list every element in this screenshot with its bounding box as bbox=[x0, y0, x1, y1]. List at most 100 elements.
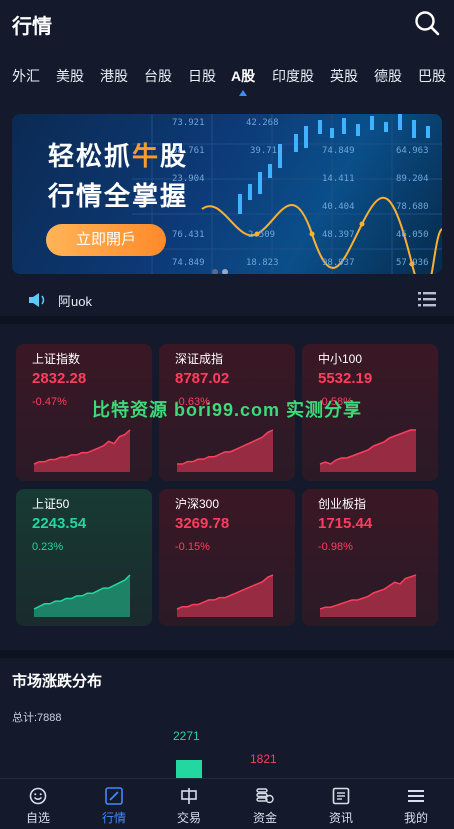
coins-icon bbox=[256, 788, 274, 804]
trade-icon bbox=[181, 788, 197, 804]
open-account-button[interactable]: 立即開戶 bbox=[46, 224, 166, 256]
sparkline-chart bbox=[319, 429, 416, 472]
banner-headline: 轻松抓牛股 bbox=[48, 136, 188, 173]
nav-label: 交易 bbox=[176, 811, 201, 825]
index-name: 深证成指 bbox=[175, 352, 224, 366]
section-divider bbox=[0, 650, 454, 658]
nav-market[interactable]: 行情 bbox=[76, 779, 152, 829]
index-change: 0.23% bbox=[32, 541, 64, 553]
index-change: -0.15% bbox=[175, 541, 210, 553]
active-tab-indicator bbox=[239, 90, 248, 96]
nav-trade[interactable]: 交易 bbox=[151, 779, 227, 829]
sparkline-chart bbox=[33, 574, 131, 617]
nav-watchlist[interactable]: 自选 bbox=[0, 779, 76, 829]
list-icon[interactable] bbox=[418, 291, 436, 307]
index-name: 创业板指 bbox=[318, 497, 367, 511]
sparkline-chart bbox=[319, 574, 417, 617]
page-title: 行情 bbox=[12, 16, 52, 38]
tab-a-shares-label: A股 bbox=[231, 68, 256, 84]
banner-number: 39.711 bbox=[250, 146, 283, 156]
banner-number: 73.921 bbox=[172, 118, 205, 128]
speaker-icon bbox=[29, 293, 45, 307]
bottom-nav: 自选 行情 交易 资金 资讯 我的 bbox=[0, 778, 454, 829]
index-card[interactable]: 创业板指 1715.44 -0.98% bbox=[302, 489, 438, 626]
tab-us-stocks[interactable]: 美股 bbox=[56, 66, 84, 86]
nav-profile[interactable]: 我的 bbox=[378, 779, 454, 829]
distribution-total: 总计:7888 bbox=[12, 712, 62, 724]
tab-in-stocks[interactable]: 印度股 bbox=[272, 66, 314, 86]
banner-number: 40.404 bbox=[322, 202, 355, 212]
carousel-dots bbox=[212, 262, 232, 274]
tab-hk-stocks[interactable]: 港股 bbox=[100, 66, 128, 86]
tab-tw-stocks[interactable]: 台股 bbox=[144, 66, 172, 86]
banner-subheadline: 行情全掌握 bbox=[48, 181, 189, 211]
nav-label: 自选 bbox=[25, 811, 50, 825]
sparkline-area bbox=[34, 430, 130, 472]
header: 行情 bbox=[0, 0, 454, 48]
carousel-dot[interactable] bbox=[222, 269, 228, 274]
tab-a-shares[interactable]: A股 bbox=[231, 66, 256, 96]
tab-uk-stocks[interactable]: 英股 bbox=[330, 66, 358, 86]
chart-icon bbox=[105, 787, 123, 805]
banner-number: 98.937 bbox=[322, 258, 355, 268]
index-price: 2832.28 bbox=[32, 370, 87, 387]
sparkline-area bbox=[320, 430, 416, 472]
sparkline-area bbox=[177, 430, 273, 472]
index-name: 沪深300 bbox=[175, 497, 220, 511]
sparkline-area bbox=[177, 575, 273, 617]
tab-br-stocks[interactable]: 巴股 bbox=[418, 66, 446, 86]
banner-number: 46.050 bbox=[396, 230, 429, 240]
nav-label: 资金 bbox=[252, 811, 277, 825]
notice-bar[interactable]: 阿uok bbox=[0, 282, 454, 316]
index-price: 2243.54 bbox=[32, 515, 87, 532]
index-change: -0.47% bbox=[32, 396, 67, 408]
banner-headline-suffix: 股 bbox=[160, 141, 189, 171]
banner-number: 48.397 bbox=[322, 230, 355, 240]
index-price: 3269.78 bbox=[175, 515, 230, 532]
index-price: 1715.44 bbox=[318, 515, 373, 532]
banner-number: 2.509 bbox=[248, 230, 276, 240]
index-name: 中小100 bbox=[318, 352, 363, 366]
nav-news[interactable]: 资讯 bbox=[303, 779, 379, 829]
nav-label: 资讯 bbox=[328, 811, 353, 825]
tab-jp-stocks[interactable]: 日股 bbox=[188, 66, 216, 86]
banner-number: 18.823 bbox=[246, 258, 279, 268]
banner-number: 76.431 bbox=[172, 230, 205, 240]
nav-label: 行情 bbox=[101, 811, 126, 825]
nav-funds[interactable]: 资金 bbox=[227, 779, 303, 829]
index-name: 上证指数 bbox=[32, 352, 81, 366]
banner-number: 78.680 bbox=[396, 202, 429, 212]
search-icon[interactable] bbox=[414, 10, 440, 36]
fall-count-label: 1821 bbox=[250, 752, 277, 766]
promo-banner[interactable]: 73.921 42.268 39.711 88.761 74.849 64.96… bbox=[12, 114, 442, 274]
distribution-title: 市场涨跌分布 bbox=[12, 673, 103, 690]
index-price: 8787.02 bbox=[175, 370, 230, 387]
rise-bar bbox=[176, 760, 202, 780]
banner-number: 14.411 bbox=[322, 174, 355, 184]
index-price: 5532.19 bbox=[318, 370, 373, 387]
banner-number: 74.849 bbox=[322, 146, 355, 156]
notice-text: 阿uok bbox=[58, 294, 92, 309]
banner-headline-highlight: 牛 bbox=[132, 141, 161, 171]
banner-number: 64.963 bbox=[396, 146, 429, 156]
menu-icon bbox=[408, 790, 424, 802]
carousel-dot[interactable] bbox=[212, 269, 218, 274]
section-divider bbox=[0, 316, 454, 324]
sparkline-chart bbox=[33, 429, 131, 472]
rise-count-label: 2271 bbox=[173, 729, 200, 743]
sparkline-chart bbox=[177, 429, 274, 472]
market-tabs: 外汇 美股 港股 台股 日股 A股 印度股 英股 德股 巴股 bbox=[0, 62, 454, 98]
banner-number: 89.204 bbox=[396, 174, 429, 184]
news-icon bbox=[332, 787, 350, 805]
banner-number: 74.849 bbox=[172, 258, 205, 268]
index-card[interactable]: 上证50 2243.54 0.23% bbox=[16, 489, 152, 626]
smile-icon bbox=[29, 787, 47, 805]
tab-de-stocks[interactable]: 德股 bbox=[374, 66, 402, 86]
nav-label: 我的 bbox=[403, 811, 428, 825]
watermark-text: 比特资源 bori99.com 实测分享 bbox=[92, 400, 363, 420]
tab-forex[interactable]: 外汇 bbox=[12, 66, 40, 86]
index-card[interactable]: 沪深300 3269.78 -0.15% bbox=[159, 489, 295, 626]
banner-number: 42.268 bbox=[246, 118, 279, 128]
banner-number: 57.936 bbox=[396, 258, 429, 268]
banner-headline-prefix: 轻松抓 bbox=[48, 141, 133, 171]
